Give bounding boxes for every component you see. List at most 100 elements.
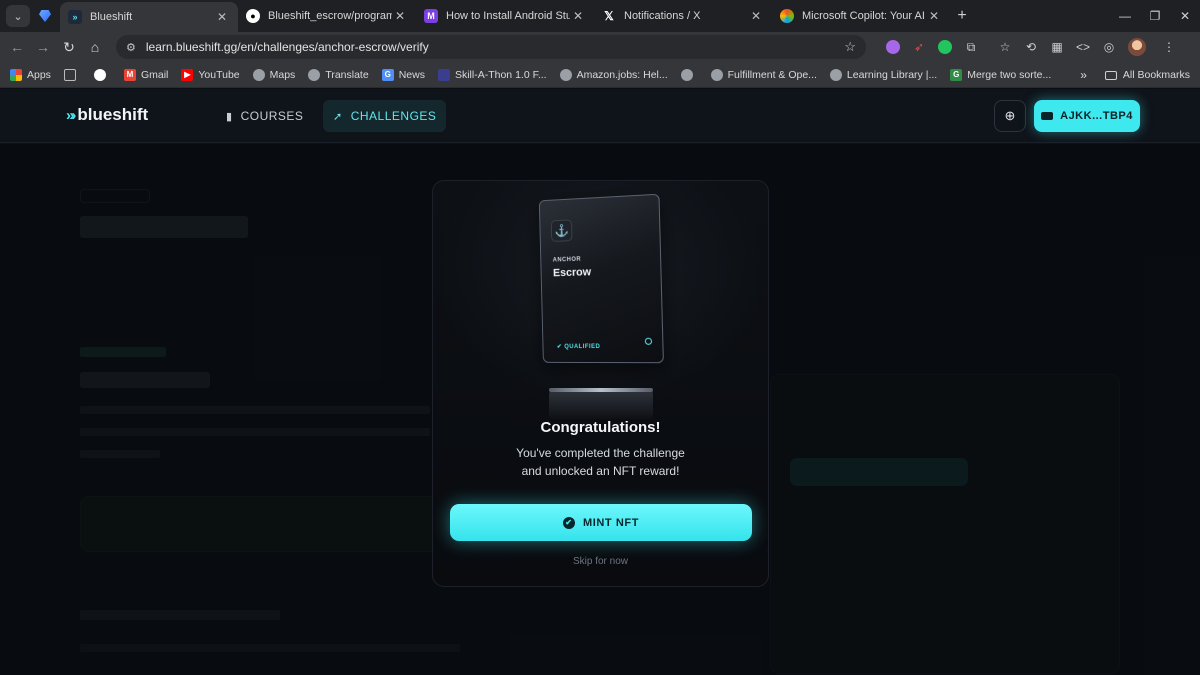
extension-red-icon[interactable]: ➶	[906, 36, 932, 58]
tab-x[interactable]: 𝕏 Notifications / X ✕	[594, 0, 772, 32]
reading-list-icon[interactable]: ☆	[992, 36, 1018, 58]
bookmark-globe[interactable]	[680, 68, 698, 81]
nft-reward-modal: ⚓ ANCHOR Escrow ✔ QUALIFIED Congratulati…	[432, 180, 769, 587]
bookmark-star-icon[interactable]: ☆	[844, 39, 856, 55]
anchor-icon: ⚓	[550, 219, 573, 242]
bookmark-skillathon[interactable]: Skill-A-Thon 1.0 F...	[437, 68, 547, 81]
home-button[interactable]: ⌂	[82, 34, 108, 60]
globe-icon	[829, 68, 842, 81]
bookmark-fulfillment[interactable]: Fulfillment & Ope...	[710, 68, 817, 81]
bookmark-apps[interactable]: Apps	[10, 68, 51, 81]
site-header: »› blueshift ▮ COURSES ➚ CHALLENGES ⊕ AJ…	[0, 89, 1200, 143]
gem-icon	[39, 10, 51, 22]
close-tab-icon[interactable]: ✕	[748, 9, 764, 23]
gfg-icon: G	[950, 68, 963, 81]
skillathon-icon	[437, 68, 450, 81]
bookmark-amazon-jobs[interactable]: Amazon.jobs: Hel...	[559, 68, 668, 81]
extensions-area: ➶ ⧉ ☆ ⟲ ▦ <> ◎ ⋮	[880, 36, 1182, 58]
globe-icon	[559, 68, 572, 81]
check-circle-icon: ✔	[562, 516, 575, 529]
bookmark-news[interactable]: G News	[381, 68, 425, 81]
all-bookmarks-button[interactable]: All Bookmarks	[1123, 69, 1190, 81]
globe-icon	[710, 68, 723, 81]
tab-groups-icon[interactable]: ▦	[1044, 36, 1070, 58]
close-tab-icon[interactable]: ✕	[392, 9, 408, 23]
forward-button[interactable]: →	[30, 34, 56, 60]
x-favicon-icon: 𝕏	[604, 9, 614, 23]
globe-icon: ⊕	[1004, 108, 1016, 123]
bookmark-github[interactable]	[93, 68, 111, 81]
tab-medium[interactable]: M How to Install Android Studi ✕	[416, 0, 594, 32]
history-icon[interactable]: ⟲	[1018, 36, 1044, 58]
blueshift-logo[interactable]: »› blueshift	[66, 105, 148, 125]
nav-challenges[interactable]: ➚ CHALLENGES	[323, 100, 447, 132]
extension-green-icon[interactable]	[932, 36, 958, 58]
close-window-icon[interactable]: ✕	[1170, 9, 1200, 23]
window-controls: — ❐ ✕	[1110, 0, 1200, 32]
skip-for-now-link[interactable]: Skip for now	[433, 556, 768, 567]
bookmarks-overflow: » All Bookmarks	[1080, 62, 1190, 88]
tab-copilot[interactable]: Microsoft Copilot: Your AI co ✕	[772, 0, 950, 32]
bookmark-youtube[interactable]: ▶ YouTube	[181, 68, 240, 81]
wallet-icon	[1041, 112, 1054, 120]
bookmark-grid[interactable]	[63, 68, 81, 81]
globe-icon	[308, 68, 321, 81]
site-settings-icon[interactable]: ⚙	[126, 41, 136, 54]
mint-nft-button[interactable]: ✔ MINT NFT	[450, 504, 752, 541]
congrats-message-line1: You've completed the challenge	[516, 446, 685, 460]
copilot-favicon-icon	[780, 9, 794, 23]
wallet-button[interactable]: AJKK...TBP4	[1034, 100, 1140, 132]
maximize-icon[interactable]: ❐	[1140, 9, 1170, 23]
congrats-message-line2: and unlocked an NFT reward!	[521, 464, 680, 478]
address-bar[interactable]: ⚙ learn.blueshift.gg/en/challenges/ancho…	[116, 35, 866, 59]
extension-purple-icon[interactable]	[880, 36, 906, 58]
browser-tabstrip: ⌄ » Blueshift ✕ ● Blueshift_escrow/progr…	[0, 0, 1200, 32]
blueshift-favicon-icon: »	[68, 10, 82, 24]
globe-icon	[680, 68, 693, 81]
bookmark-learning-library[interactable]: Learning Library |...	[829, 68, 937, 81]
qualified-badge: ✔ QUALIFIED	[556, 344, 601, 351]
nav-courses[interactable]: ▮ COURSES	[216, 100, 313, 132]
card-status-dot	[644, 337, 653, 345]
chevron-right-icon[interactable]: »	[1080, 68, 1087, 82]
bookmark-translate[interactable]: Translate	[308, 68, 369, 81]
nft-card: ⚓ ANCHOR Escrow ✔ QUALIFIED	[538, 193, 664, 364]
github-icon	[93, 68, 106, 81]
youtube-icon: ▶	[181, 68, 194, 81]
devtools-icon[interactable]: <>	[1070, 36, 1096, 58]
new-tab-button[interactable]: +	[950, 7, 974, 25]
bookmark-maps[interactable]: Maps	[252, 68, 295, 81]
page: »› blueshift ▮ COURSES ➚ CHALLENGES ⊕ AJ…	[0, 89, 1200, 675]
profile-avatar[interactable]	[1128, 38, 1146, 56]
congrats-title: Congratulations!	[540, 419, 661, 436]
browser-toolbar: ← → ↻ ⌂ ⚙ learn.blueshift.gg/en/challeng…	[0, 32, 1200, 62]
tab-search-button[interactable]: ⌄	[6, 5, 30, 27]
pinned-tab[interactable]	[30, 0, 60, 32]
medium-favicon-icon: M	[424, 9, 438, 23]
reload-button[interactable]: ↻	[56, 34, 82, 60]
rocket-icon: ➚	[333, 110, 343, 123]
apps-grid-icon	[10, 68, 22, 81]
tab-blueshift[interactable]: » Blueshift ✕	[60, 2, 238, 32]
url-text[interactable]: learn.blueshift.gg/en/challenges/anchor-…	[146, 40, 844, 54]
browser-menu-icon[interactable]: ⋮	[1156, 36, 1182, 58]
close-tab-icon[interactable]: ✕	[926, 9, 942, 23]
card-title: Escrow	[552, 266, 592, 280]
logo-chevrons-icon: »›	[66, 106, 76, 124]
grid-icon	[63, 68, 76, 81]
close-tab-icon[interactable]: ✕	[570, 9, 586, 23]
bookmark-gmail[interactable]: M Gmail	[123, 68, 168, 81]
github-favicon-icon: ●	[246, 9, 260, 23]
tab-github[interactable]: ● Blueshift_escrow/programs/ ✕	[238, 0, 416, 32]
bookmark-merge-sorted[interactable]: G Merge two sorte...	[950, 68, 1051, 81]
bookmarks-bar: Apps M Gmail ▶ YouTube Maps Translate G New…	[0, 62, 1200, 88]
news-icon: G	[381, 68, 394, 81]
minimize-icon[interactable]: —	[1110, 9, 1140, 23]
book-icon: ▮	[226, 110, 233, 123]
language-button[interactable]: ⊕	[994, 100, 1026, 132]
back-button[interactable]: ←	[4, 34, 30, 60]
close-tab-icon[interactable]: ✕	[214, 10, 230, 24]
extensions-puzzle-icon[interactable]: ⧉	[958, 36, 984, 58]
incognito-icon[interactable]: ◎	[1096, 36, 1122, 58]
folder-icon	[1104, 70, 1117, 80]
